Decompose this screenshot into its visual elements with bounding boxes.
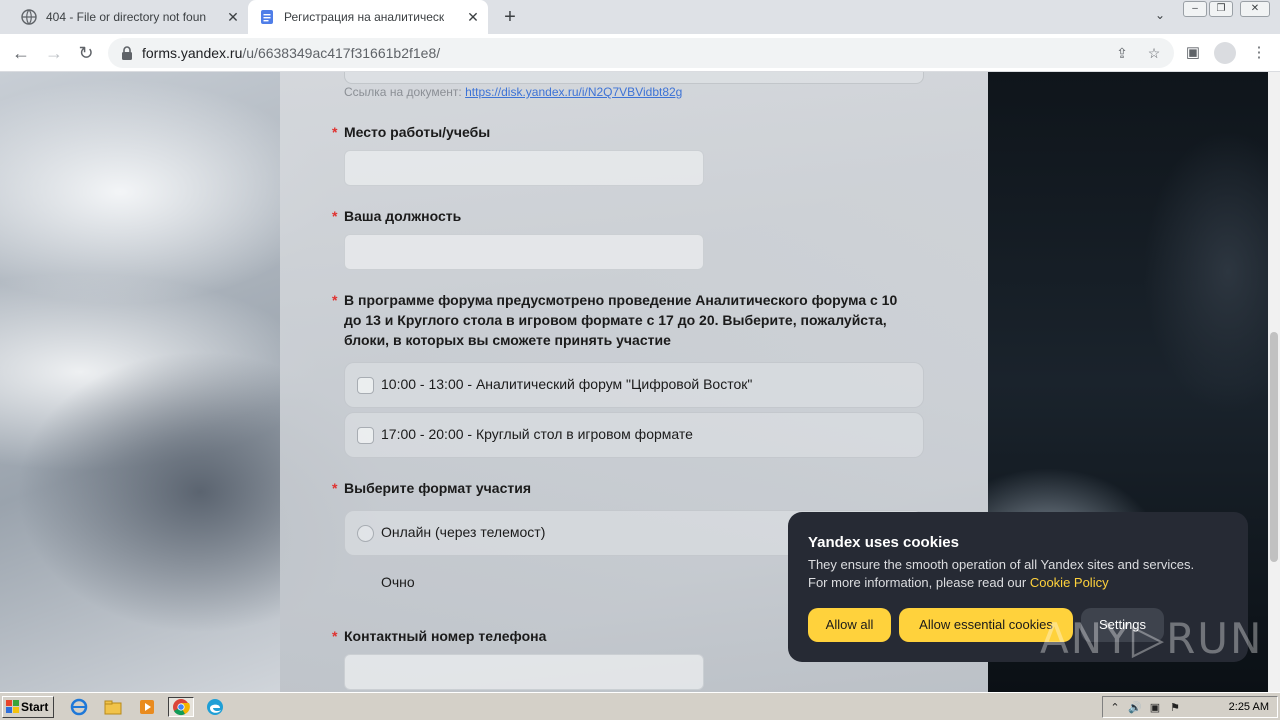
page-scrollbar[interactable] [1268,72,1280,692]
minimize-icon[interactable]: – [1183,1,1207,17]
document-link-label: Ссылка на документ: [344,85,462,99]
cookie-desc-prefix: For more information, please read our [808,575,1030,590]
chrome-icon[interactable] [168,697,194,717]
ie-icon[interactable] [68,697,90,717]
question-phone: Контактный номер телефона [344,628,547,644]
option-label: 10:00 - 13:00 - Аналитический форум "Циф… [381,376,753,392]
media-player-icon[interactable] [136,697,158,717]
forward-icon[interactable]: → [41,40,67,66]
windows-logo-icon [6,700,19,713]
profile-icon[interactable] [1212,40,1238,66]
side-panel-icon[interactable]: ▣ [1180,40,1206,66]
start-label: Start [21,700,49,714]
explorer-icon[interactable] [102,697,124,717]
avatar [1214,42,1236,64]
option-label: 17:00 - 20:00 - Круглый стол в игровом ф… [381,426,693,442]
taskbar: Start ⌃ 🔊 ▣ ⚑ 2:25 AM [0,692,1280,720]
phone-input[interactable] [344,654,704,690]
star-icon[interactable]: ☆ [1144,43,1164,63]
url-text: forms.yandex.ru/u/6638349ac417f31661b2f1… [142,45,440,61]
flag-icon[interactable]: ⚑ [1167,700,1183,716]
start-button[interactable]: Start [2,696,54,718]
share-icon[interactable]: ⇪ [1112,43,1132,63]
globe-icon [21,9,37,25]
required-mark: * [332,124,338,140]
question-workplace: Место работы/учебы [344,124,491,140]
tab-404[interactable]: 404 - File or directory not found. ✕ [0,0,248,34]
cookie-title: Yandex uses cookies [808,534,959,551]
question-program-line: до 13 и Круглого стола в игровом формате… [344,312,887,328]
scrollbar-thumb[interactable] [1270,332,1278,562]
forms-icon [259,9,275,25]
program-option[interactable]: 10:00 - 13:00 - Аналитический форум "Циф… [344,362,924,408]
url-path: /u/6638349ac417f31661b2f1e8/ [242,45,441,61]
close-tab-icon[interactable]: ✕ [464,8,482,26]
system-tray: ⌃ 🔊 ▣ ⚑ 2:25 AM [1102,696,1278,718]
question-position: Ваша должность [344,208,462,224]
checkbox[interactable] [357,377,374,394]
tab-registration[interactable]: Регистрация на аналитический фо ✕ [248,0,488,34]
cookie-desc-line: They ensure the smooth operation of all … [808,557,1195,572]
workplace-input[interactable] [344,150,704,186]
cookie-policy-link[interactable]: Cookie Policy [1030,575,1109,590]
radio[interactable] [357,525,374,542]
checkbox[interactable] [357,427,374,444]
previous-input[interactable] [344,72,924,84]
tab-title: 404 - File or directory not found. [46,10,206,24]
edge-icon[interactable] [204,697,226,717]
clock: 2:25 AM [1228,701,1269,713]
close-tab-icon[interactable]: ✕ [224,8,242,26]
required-mark: * [332,292,338,308]
lock-icon [122,46,132,60]
option-label: Онлайн (через телемост) [381,524,546,540]
url-host: forms.yandex.ru [142,45,243,61]
required-mark: * [332,628,338,644]
position-input[interactable] [344,234,704,270]
browser-toolbar: ← → ↻ forms.yandex.ru/u/6638349ac417f316… [0,34,1280,72]
anyrun-watermark: ANY▷RUN [1040,614,1264,663]
allow-all-button[interactable]: Allow all [808,608,891,642]
cookie-desc-line: For more information, please read our Co… [808,574,1228,592]
chevron-down-icon[interactable]: ⌄ [1150,8,1170,26]
reload-icon[interactable]: ↻ [73,40,99,66]
address-bar[interactable]: forms.yandex.ru/u/6638349ac417f31661b2f1… [108,38,1174,68]
required-mark: * [332,208,338,224]
volume-icon[interactable]: 🔊 [1127,700,1143,716]
new-tab-button[interactable]: + [498,5,522,29]
tab-strip: 404 - File or directory not found. ✕ Рег… [0,0,1280,34]
network-icon[interactable]: ▣ [1147,700,1163,716]
program-option[interactable]: 17:00 - 20:00 - Круглый стол в игровом ф… [344,412,924,458]
menu-icon[interactable]: ⋮ [1246,40,1272,66]
question-program-line: блоки, в которых вы сможете принять учас… [344,332,671,348]
document-link-hint: Ссылка на документ: https://disk.yandex.… [344,85,682,99]
document-link[interactable]: https://disk.yandex.ru/i/N2Q7VBVidbt82g [465,85,682,99]
back-icon[interactable]: ← [8,40,34,66]
option-label: Очно [381,574,415,590]
restore-icon[interactable]: ❐ [1209,1,1233,17]
close-window-icon[interactable]: ✕ [1240,1,1270,17]
question-format: Выберите формат участия [344,480,531,496]
tray-expand-icon[interactable]: ⌃ [1107,700,1123,716]
tab-title: Регистрация на аналитический фо [284,10,444,24]
question-program-line: В программе форума предусмотрено проведе… [344,292,898,308]
cookie-description: They ensure the smooth operation of all … [808,556,1228,592]
required-mark: * [332,480,338,496]
question-program: В программе форума предусмотрено проведе… [344,290,897,350]
